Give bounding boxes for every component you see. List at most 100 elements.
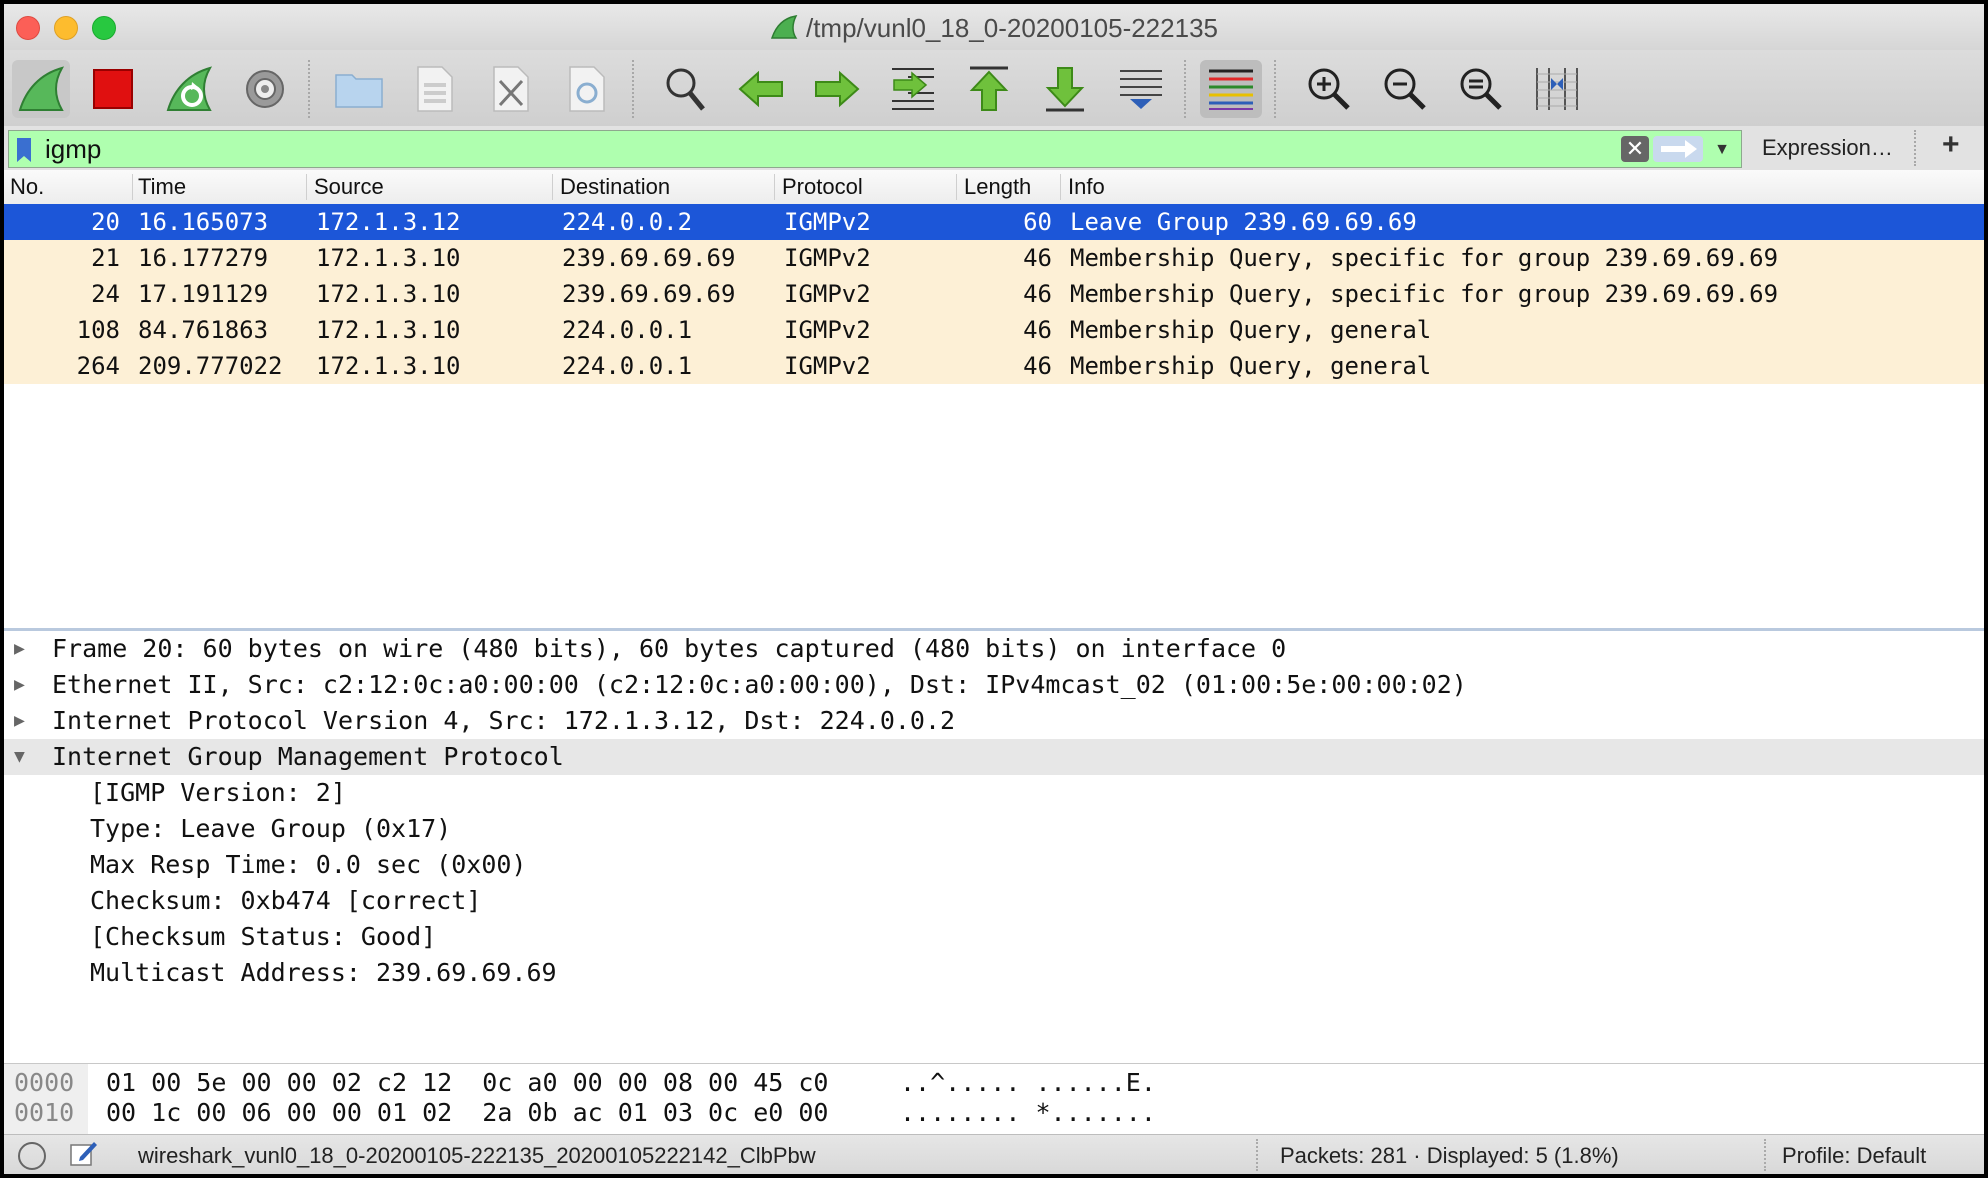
column-header-info[interactable]: Info bbox=[1068, 174, 1105, 202]
packet-no: 20 bbox=[91, 208, 120, 236]
capture-options-icon[interactable] bbox=[236, 60, 294, 118]
packet-no: 21 bbox=[91, 244, 120, 272]
main-toolbar bbox=[4, 50, 1984, 127]
colorize-icon[interactable] bbox=[1200, 60, 1262, 118]
status-profile[interactable]: Profile: Default bbox=[1782, 1143, 1926, 1169]
hex-bytes[interactable]: 00 1c 00 06 00 00 01 02 2a 0b ac 01 03 0… bbox=[106, 1098, 828, 1128]
packet-info: Membership Query, general bbox=[1070, 316, 1432, 344]
column-header-time[interactable]: Time bbox=[138, 174, 186, 202]
column-header-protocol[interactable]: Protocol bbox=[782, 174, 863, 202]
packet-no: 264 bbox=[76, 352, 120, 380]
restart-capture-icon[interactable] bbox=[160, 60, 218, 118]
column-separator[interactable] bbox=[956, 174, 957, 200]
expand-arrow-icon[interactable]: ▶ bbox=[14, 667, 38, 703]
column-separator[interactable] bbox=[552, 174, 553, 200]
packet-destination: 224.0.0.1 bbox=[562, 316, 693, 344]
stop-capture-icon[interactable] bbox=[84, 60, 142, 118]
apply-filter-button[interactable] bbox=[1653, 136, 1703, 162]
capture-comment-icon[interactable] bbox=[68, 1139, 98, 1174]
detail-tree-item-igmp[interactable]: ▼ Internet Group Management Protocol bbox=[4, 739, 1984, 775]
packet-row[interactable]: 24 17.191129 172.1.3.10 239.69.69.69 IGM… bbox=[4, 276, 1984, 312]
wireshark-window: /tmp/vunl0_18_0-20200105-222135 igmp ✕ ▼… bbox=[4, 4, 1984, 1174]
expand-arrow-icon[interactable]: ▶ bbox=[14, 703, 38, 739]
packet-no: 24 bbox=[91, 280, 120, 308]
column-header-length[interactable]: Length bbox=[964, 174, 1031, 202]
hex-ascii[interactable]: ........ *....... bbox=[900, 1098, 1156, 1128]
column-header-destination[interactable]: Destination bbox=[560, 174, 670, 202]
resize-columns-icon[interactable] bbox=[1528, 60, 1586, 118]
detail-tree-item-ipv4[interactable]: ▶ Internet Protocol Version 4, Src: 172.… bbox=[4, 703, 1984, 739]
igmp-field-text: Multicast Address: 239.69.69.69 bbox=[90, 958, 557, 987]
hex-offset: 0000 bbox=[14, 1068, 75, 1097]
add-filter-button[interactable]: + bbox=[1942, 128, 1960, 162]
packet-list: No. Time Source Destination Protocol Len… bbox=[4, 170, 1984, 631]
packet-no: 108 bbox=[76, 316, 120, 344]
clear-filter-icon[interactable]: ✕ bbox=[1621, 136, 1649, 162]
packet-info: Membership Query, specific for group 239… bbox=[1070, 280, 1779, 308]
packet-info: Membership Query, specific for group 239… bbox=[1070, 244, 1779, 272]
igmp-field[interactable]: [Checksum Status: Good] bbox=[4, 919, 1984, 955]
igmp-field[interactable]: Multicast Address: 239.69.69.69 bbox=[4, 955, 1984, 991]
hex-ascii[interactable]: ..^..... ......E. bbox=[900, 1068, 1156, 1098]
column-separator[interactable] bbox=[1060, 174, 1061, 200]
packet-length: 46 bbox=[1023, 244, 1052, 272]
column-separator[interactable] bbox=[306, 174, 307, 200]
packet-protocol: IGMPv2 bbox=[784, 280, 871, 308]
packet-protocol: IGMPv2 bbox=[784, 352, 871, 380]
go-forward-icon[interactable] bbox=[808, 60, 866, 118]
zoom-reset-icon[interactable] bbox=[1452, 60, 1510, 118]
packet-row[interactable]: 264 209.777022 172.1.3.10 224.0.0.1 IGMP… bbox=[4, 348, 1984, 384]
packet-source: 172.1.3.10 bbox=[316, 280, 461, 308]
go-back-icon[interactable] bbox=[732, 60, 790, 118]
packet-row[interactable]: 21 16.177279 172.1.3.10 239.69.69.69 IGM… bbox=[4, 240, 1984, 276]
detail-tree-label: Internet Protocol Version 4, Src: 172.1.… bbox=[52, 706, 956, 735]
expert-info-icon[interactable] bbox=[18, 1142, 46, 1170]
packet-row[interactable]: 108 84.761863 172.1.3.10 224.0.0.1 IGMPv… bbox=[4, 312, 1984, 348]
expression-button[interactable]: Expression… bbox=[1762, 135, 1893, 161]
packet-info: Membership Query, general bbox=[1070, 352, 1432, 380]
go-to-packet-icon[interactable] bbox=[884, 60, 942, 118]
reload-file-icon[interactable] bbox=[558, 60, 616, 118]
column-separator[interactable] bbox=[132, 174, 133, 200]
close-file-icon[interactable] bbox=[482, 60, 540, 118]
hex-offset: 0010 bbox=[14, 1098, 75, 1127]
igmp-field-text: [Checksum Status: Good] bbox=[90, 922, 437, 951]
zoom-in-icon[interactable] bbox=[1300, 60, 1358, 118]
igmp-field[interactable]: Max Resp Time: 0.0 sec (0x00) bbox=[4, 847, 1984, 883]
packet-length: 60 bbox=[1023, 208, 1052, 236]
last-packet-icon[interactable] bbox=[1036, 60, 1094, 118]
filter-bookmark-icon[interactable] bbox=[15, 137, 33, 168]
open-file-icon[interactable] bbox=[330, 60, 388, 118]
igmp-field[interactable]: Checksum: 0xb474 [correct] bbox=[4, 883, 1984, 919]
title-bar: /tmp/vunl0_18_0-20200105-222135 bbox=[4, 4, 1984, 50]
igmp-field-text: Max Resp Time: 0.0 sec (0x00) bbox=[90, 850, 527, 879]
display-filter-input[interactable] bbox=[45, 131, 1605, 167]
toolbar-separator bbox=[1914, 130, 1916, 166]
start-capture-icon[interactable] bbox=[12, 60, 70, 118]
packet-destination: 224.0.0.2 bbox=[562, 208, 693, 236]
igmp-field[interactable]: Type: Leave Group (0x17) bbox=[4, 811, 1984, 847]
auto-scroll-icon[interactable] bbox=[1112, 60, 1170, 118]
column-header-no[interactable]: No. bbox=[10, 174, 44, 202]
column-header-source[interactable]: Source bbox=[314, 174, 384, 202]
collapse-arrow-icon[interactable]: ▼ bbox=[14, 739, 38, 775]
find-packet-icon[interactable] bbox=[656, 60, 714, 118]
packet-time: 16.165073 bbox=[138, 208, 269, 236]
save-file-icon[interactable] bbox=[406, 60, 464, 118]
igmp-field-text: [IGMP Version: 2] bbox=[90, 778, 346, 807]
detail-tree-item-ethernet[interactable]: ▶ Ethernet II, Src: c2:12:0c:a0:00:00 (c… bbox=[4, 667, 1984, 703]
packet-time: 84.761863 bbox=[138, 316, 269, 344]
first-packet-icon[interactable] bbox=[960, 60, 1018, 118]
igmp-field[interactable]: [IGMP Version: 2] bbox=[4, 775, 1984, 811]
detail-tree-item-frame[interactable]: ▶ Frame 20: 60 bytes on wire (480 bits),… bbox=[4, 631, 1984, 667]
packet-source: 172.1.3.10 bbox=[316, 352, 461, 380]
column-separator[interactable] bbox=[774, 174, 775, 200]
packet-list-header: No. Time Source Destination Protocol Len… bbox=[4, 170, 1984, 205]
zoom-out-icon[interactable] bbox=[1376, 60, 1434, 118]
filter-history-dropdown-icon[interactable]: ▼ bbox=[1709, 137, 1735, 163]
status-separator bbox=[1764, 1139, 1766, 1171]
packet-source: 172.1.3.12 bbox=[316, 208, 461, 236]
hex-bytes[interactable]: 01 00 5e 00 00 02 c2 12 0c a0 00 00 08 0… bbox=[106, 1068, 828, 1098]
packet-row[interactable]: 20 16.165073 172.1.3.12 224.0.0.2 IGMPv2… bbox=[4, 204, 1984, 240]
expand-arrow-icon[interactable]: ▶ bbox=[14, 631, 38, 667]
